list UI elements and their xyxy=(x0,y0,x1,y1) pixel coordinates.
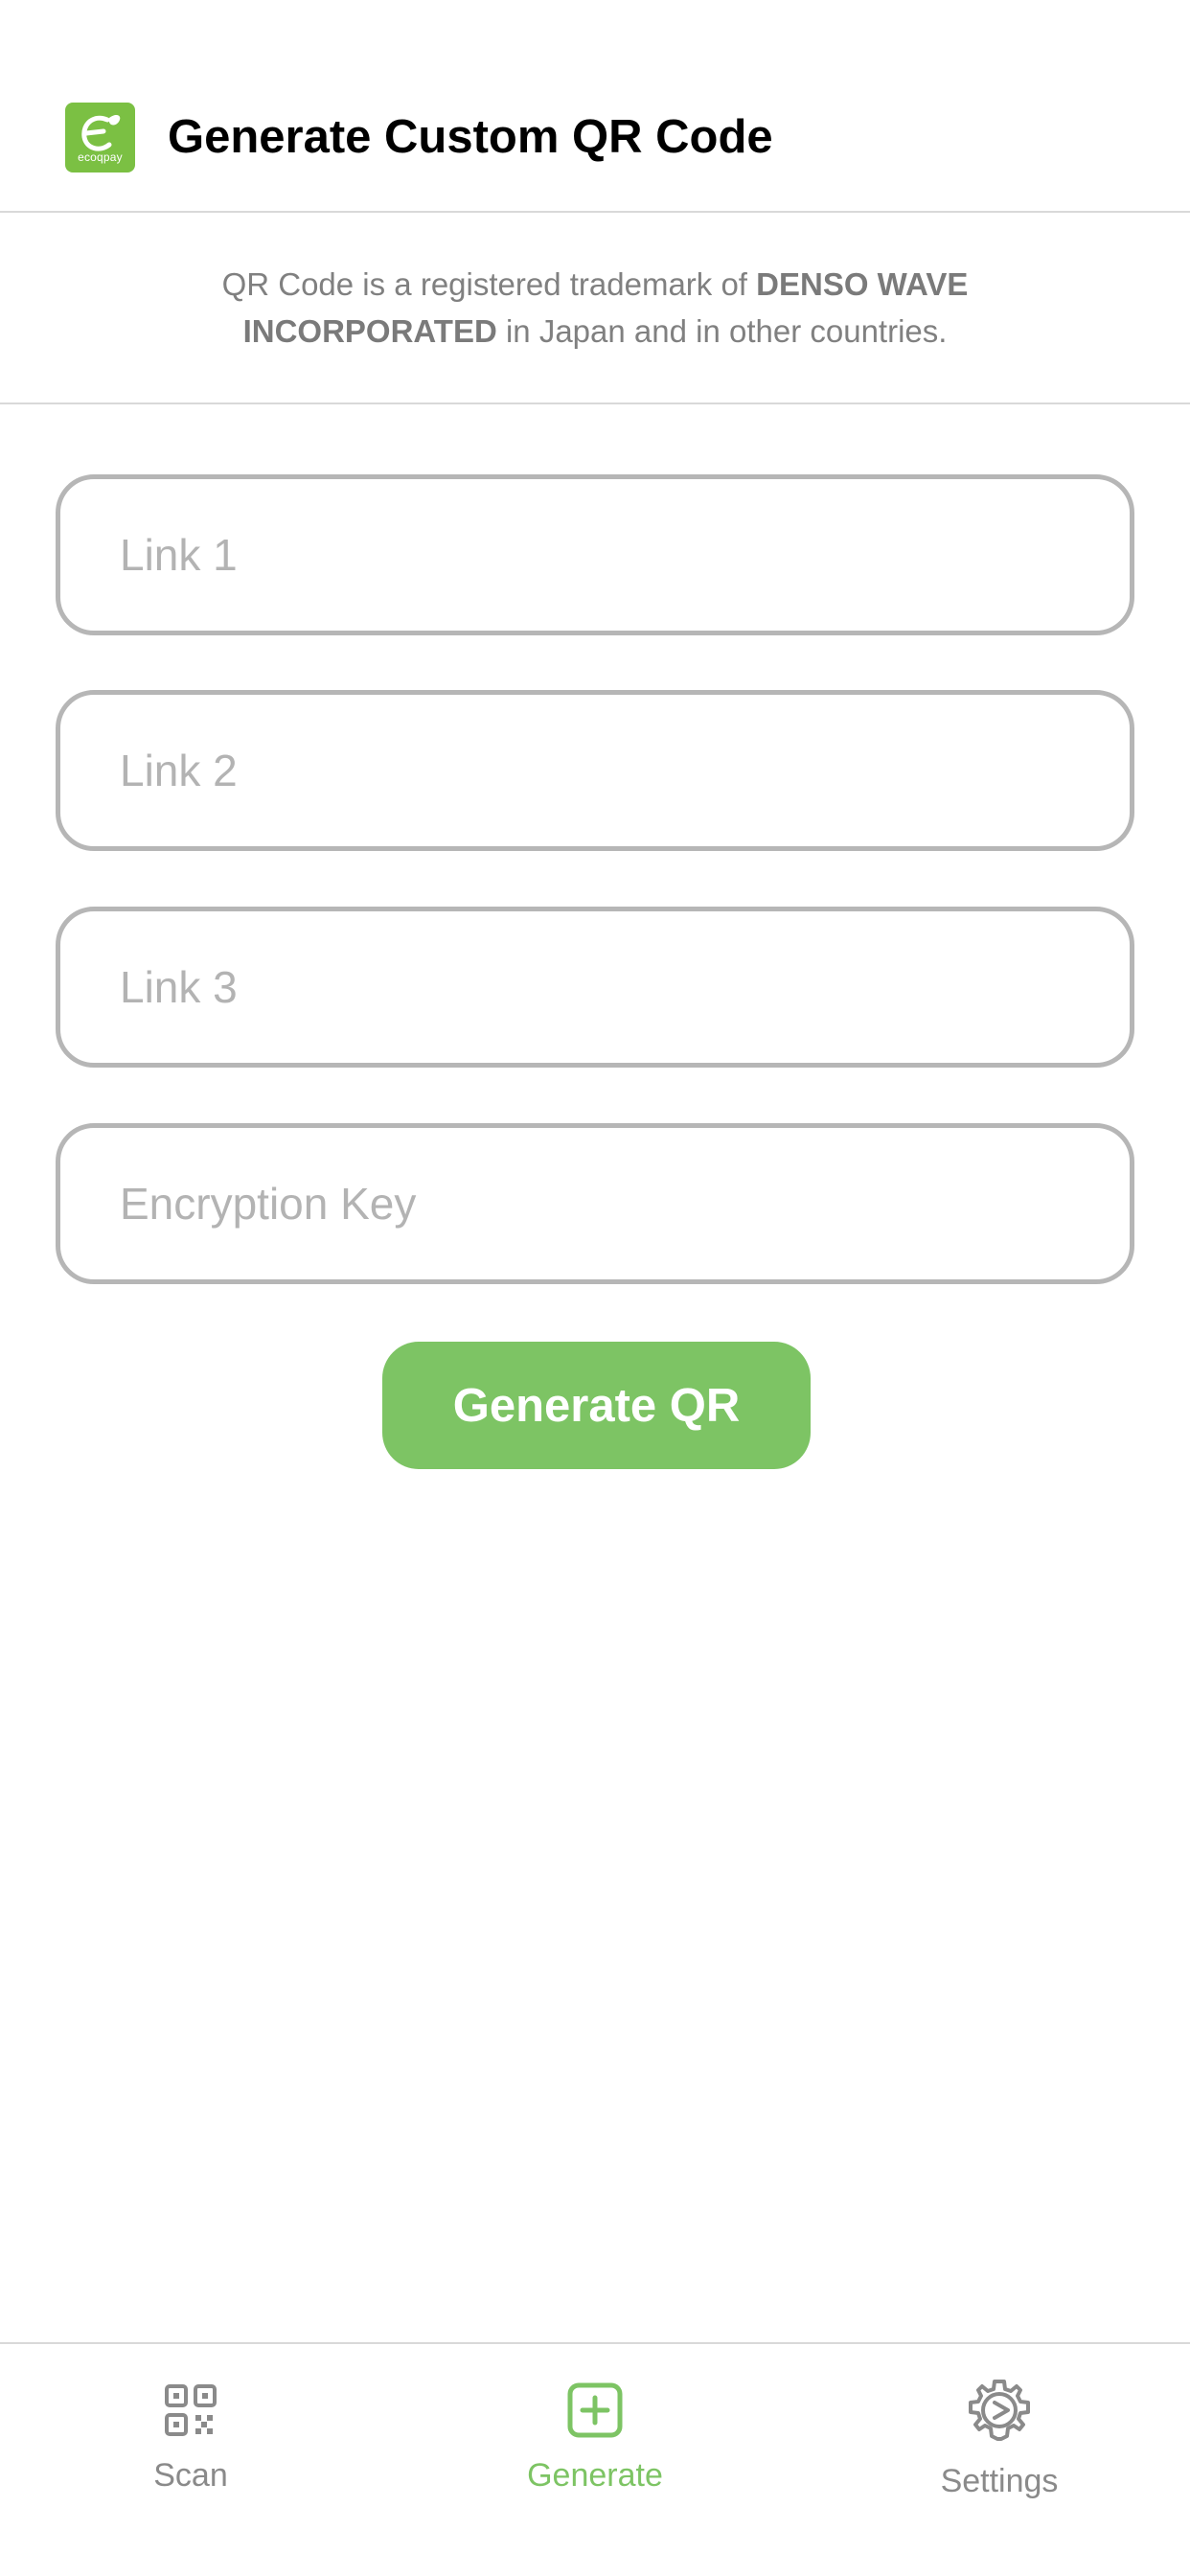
logo-wordmark: ecoqpay xyxy=(78,150,123,164)
trademark-text: QR Code is a registered trademark of DEN… xyxy=(116,261,1074,355)
gear-icon xyxy=(966,2377,1033,2449)
generate-qr-button[interactable]: Generate QR xyxy=(382,1342,811,1469)
tab-generate[interactable]: Generate xyxy=(451,2344,739,2536)
trademark-notice: QR Code is a registered trademark of DEN… xyxy=(0,213,1190,404)
notice-prefix: QR Code is a registered trademark of xyxy=(221,266,757,302)
app-header: ecoqpay Generate Custom QR Code xyxy=(0,0,1190,213)
link-3-field-container xyxy=(56,907,1134,1068)
plus-square-icon xyxy=(567,2382,623,2443)
tab-scan-label: Scan xyxy=(153,2457,228,2494)
link-3-input[interactable] xyxy=(60,911,1130,1063)
tab-generate-label: Generate xyxy=(527,2457,663,2494)
ecoqpay-logo-icon: ecoqpay xyxy=(65,103,135,172)
notice-suffix: in Japan and in other countries. xyxy=(496,313,948,349)
encryption-key-input[interactable] xyxy=(60,1128,1130,1279)
tab-settings[interactable]: Settings xyxy=(856,2344,1143,2536)
bottom-tab-bar: Scan Generate Settings xyxy=(0,2342,1190,2576)
page-title: Generate Custom QR Code xyxy=(168,111,773,163)
link-2-input[interactable] xyxy=(60,695,1130,846)
tab-scan[interactable]: Scan xyxy=(47,2344,334,2536)
encryption-key-field-container xyxy=(56,1123,1134,1284)
link-1-input[interactable] xyxy=(60,479,1130,631)
tab-settings-label: Settings xyxy=(940,2463,1059,2499)
link-1-field-container xyxy=(56,474,1134,635)
qr-code-icon xyxy=(163,2382,218,2443)
screen: ecoqpay Generate Custom QR Code QR Code … xyxy=(0,0,1190,2576)
link-2-field-container xyxy=(56,690,1134,851)
